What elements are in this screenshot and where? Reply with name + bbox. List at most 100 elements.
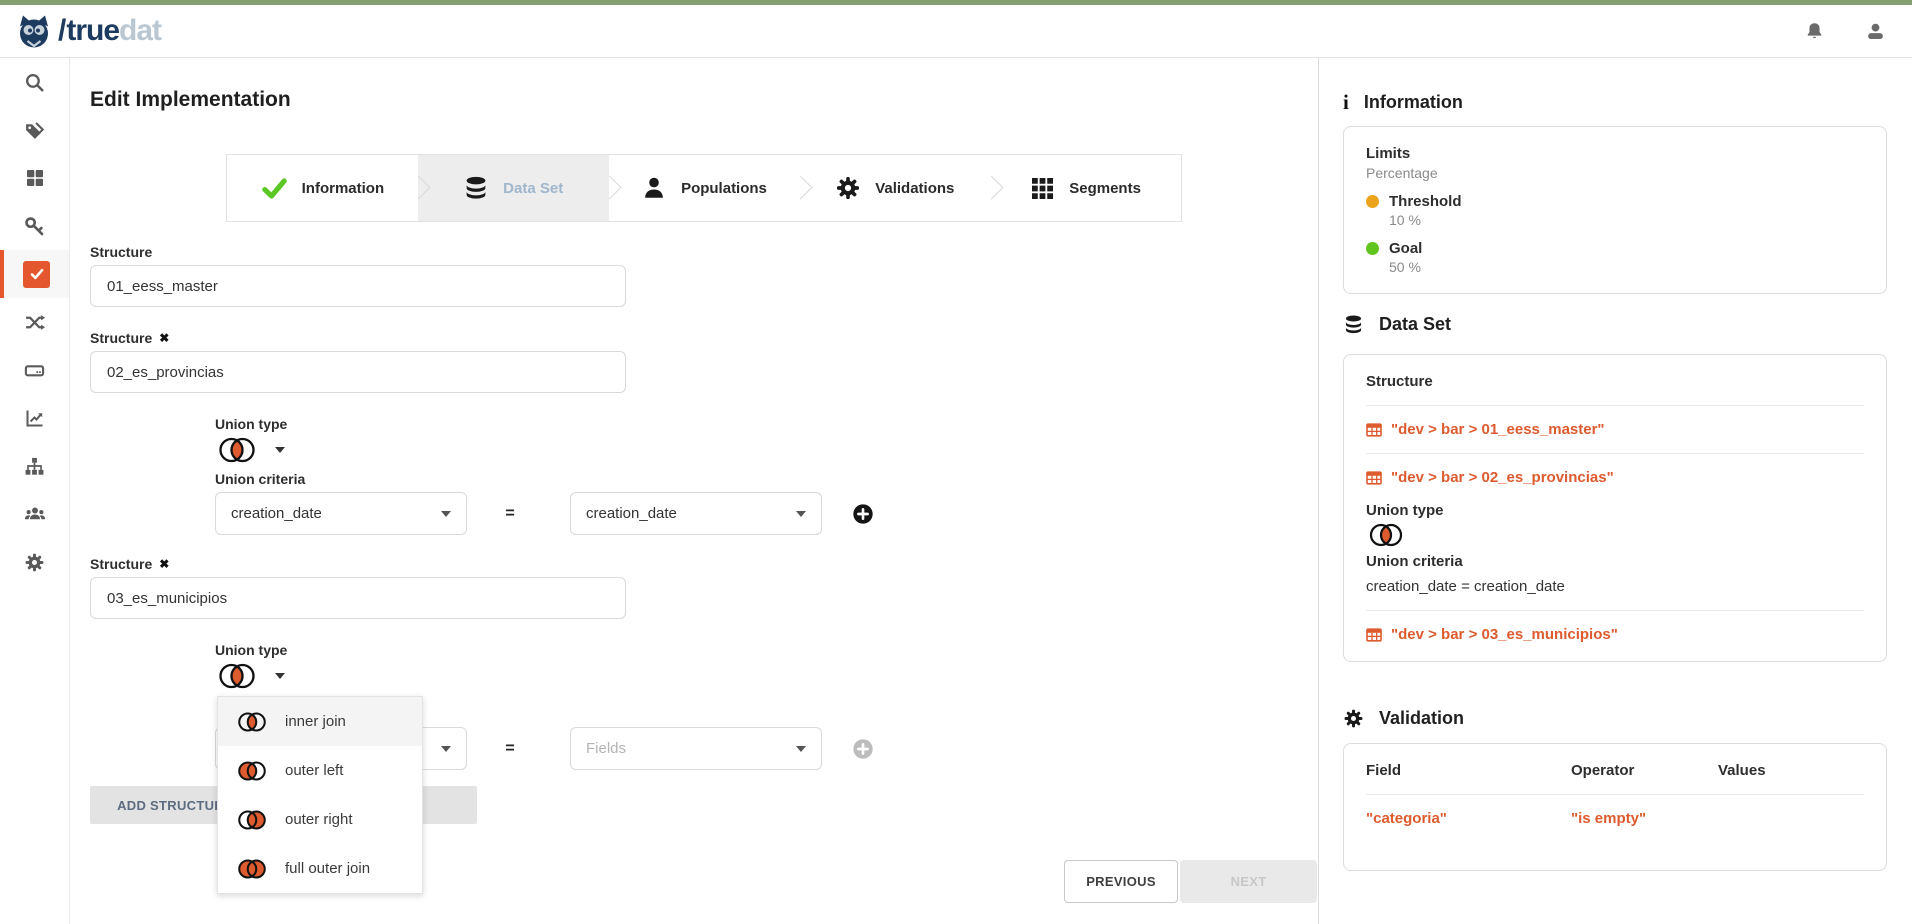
limits-card: Limits Percentage Threshold 10 % Goal 50… — [1343, 126, 1887, 294]
left-sidebar — [0, 58, 70, 924]
next-button[interactable]: NEXT — [1180, 860, 1317, 903]
threshold-dot — [1366, 195, 1379, 208]
structure-input-2[interactable] — [90, 351, 626, 393]
sidebar-item-modules[interactable] — [0, 154, 69, 202]
structure-label: Structure — [90, 244, 152, 260]
sitemap-icon — [24, 456, 45, 477]
gear-icon — [1343, 708, 1364, 729]
wizard-step-label: Validations — [875, 180, 954, 197]
inner-join-icon — [1366, 522, 1406, 548]
sidebar-item-tags[interactable] — [0, 106, 69, 154]
goal-dot — [1366, 242, 1379, 255]
dropdown-item-full-outer-join[interactable]: full outer join — [218, 844, 422, 893]
gear-icon — [835, 175, 861, 201]
structure-link-2[interactable]: "dev > bar > 02_es_provincias" — [1366, 469, 1864, 486]
sidebar-item-settings[interactable] — [0, 538, 69, 586]
validation-card: Field Operator Values "categoria" "is em… — [1343, 743, 1887, 871]
limits-subtitle: Percentage — [1366, 165, 1864, 181]
check-icon — [261, 175, 288, 202]
caret-down-icon — [796, 746, 806, 752]
sidebar-item-lineage[interactable] — [0, 298, 69, 346]
previous-button[interactable]: PREVIOUS — [1064, 860, 1178, 903]
threshold-row: Threshold 10 % — [1366, 193, 1864, 228]
structure-input-3[interactable] — [90, 577, 626, 619]
sidebar-item-sources[interactable] — [0, 346, 69, 394]
wizard-steps: Information Data Set Populations Validat… — [226, 154, 1182, 222]
criteria-left-select-1[interactable]: creation_date — [215, 492, 467, 535]
union-type-summary-label: Union type — [1366, 502, 1864, 519]
structure-summary-label: Structure — [1366, 373, 1864, 390]
wizard-step-data-set[interactable]: Data Set — [418, 155, 609, 221]
logo-text: /truedat — [58, 16, 161, 46]
wizard-step-information[interactable]: Information — [227, 155, 418, 221]
union-type-selector-open[interactable] — [215, 662, 285, 690]
wizard-step-label: Information — [302, 180, 385, 197]
key-icon — [24, 216, 45, 237]
wizard-step-populations[interactable]: Populations — [609, 155, 800, 221]
user-icon[interactable] — [1865, 21, 1886, 42]
divider — [1366, 794, 1864, 795]
dropdown-item-inner-join[interactable]: inner join — [218, 697, 422, 746]
remove-structure-icon[interactable]: ✖ — [159, 558, 169, 570]
add-criteria-button[interactable] — [852, 503, 874, 525]
wizard-step-label: Populations — [681, 180, 767, 197]
sidebar-item-quality[interactable] — [0, 250, 69, 298]
validation-table-row: "categoria" "is empty" — [1366, 810, 1864, 827]
equals-sign: = — [490, 505, 530, 523]
caret-down-icon — [441, 511, 451, 517]
add-criteria-button-disabled[interactable] — [852, 738, 874, 760]
owl-logo-icon — [14, 13, 54, 50]
section-title: Validation — [1379, 708, 1464, 729]
outer-right-join-icon — [235, 809, 269, 831]
validation-table-header: Field Operator Values — [1366, 762, 1864, 779]
sidebar-item-permissions[interactable] — [0, 202, 69, 250]
structure-link-3[interactable]: "dev > bar > 03_es_municipios" — [1366, 626, 1864, 643]
users-icon — [24, 503, 46, 525]
validation-values — [1718, 810, 1864, 827]
union-criteria-text: creation_date = creation_date — [1366, 578, 1864, 595]
wizard-step-segments[interactable]: Segments — [990, 155, 1181, 221]
full-outer-join-icon — [235, 858, 269, 880]
structure-label: Structure✖ — [90, 330, 169, 346]
structure-link-1[interactable]: "dev > bar > 01_eess_master" — [1366, 421, 1864, 438]
truedat-logo[interactable]: /truedat — [14, 13, 161, 50]
information-section-header: i Information — [1343, 92, 1463, 113]
person-icon — [641, 175, 667, 201]
union-criteria-label: Union criteria — [215, 471, 305, 487]
sidebar-item-taxonomy[interactable] — [0, 442, 69, 490]
caret-down-icon — [275, 447, 285, 453]
dropdown-item-outer-right[interactable]: outer right — [218, 795, 422, 844]
structure-label: Structure✖ — [90, 556, 169, 572]
magnifier-icon — [24, 72, 45, 93]
structure-input-1[interactable] — [90, 265, 626, 307]
wizard-step-validations[interactable]: Validations — [799, 155, 990, 221]
criteria-right-select-2[interactable]: Fields — [570, 727, 822, 770]
dropdown-item-outer-left[interactable]: outer left — [218, 746, 422, 795]
criteria-right-select-1[interactable]: creation_date — [570, 492, 822, 535]
main-content: Edit Implementation Information Data Set… — [70, 58, 1318, 924]
section-title: Data Set — [1379, 314, 1451, 335]
caret-down-icon — [441, 746, 451, 752]
limits-label: Limits — [1366, 145, 1864, 162]
line-chart-icon — [25, 408, 45, 428]
shuffle-icon — [24, 312, 45, 333]
wizard-step-label: Segments — [1069, 180, 1141, 197]
sidebar-item-dashboards[interactable] — [0, 394, 69, 442]
remove-structure-icon[interactable]: ✖ — [159, 332, 169, 344]
union-type-label: Union type — [215, 642, 287, 658]
sidebar-item-groups[interactable] — [0, 490, 69, 538]
grid-2x2-icon — [25, 168, 45, 188]
outer-left-join-icon — [235, 760, 269, 782]
union-type-selector[interactable] — [215, 436, 285, 464]
goal-value: 50 % — [1389, 259, 1422, 275]
validation-field: "categoria" — [1366, 810, 1571, 827]
section-title: Information — [1364, 92, 1463, 113]
validation-section-header: Validation — [1343, 708, 1464, 729]
data-set-section-header: Data Set — [1343, 314, 1451, 335]
goal-row: Goal 50 % — [1366, 240, 1864, 275]
validation-operator: "is empty" — [1571, 810, 1718, 827]
bell-icon[interactable] — [1804, 21, 1825, 42]
sidebar-item-search[interactable] — [0, 58, 69, 106]
page-title: Edit Implementation — [90, 88, 291, 112]
right-panel: i Information Limits Percentage Threshol… — [1318, 58, 1912, 924]
